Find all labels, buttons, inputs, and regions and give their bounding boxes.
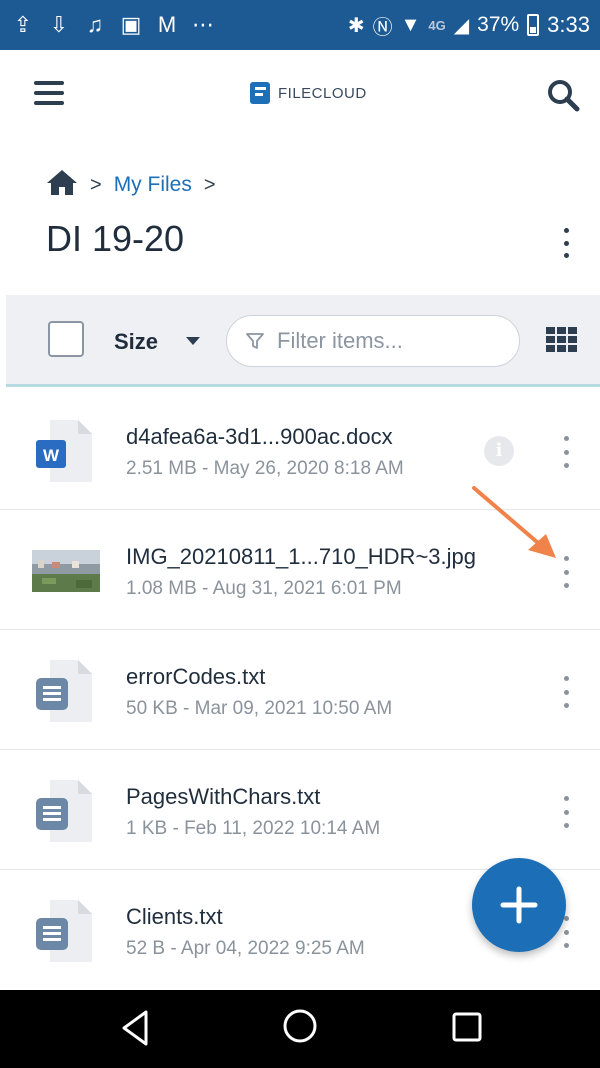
breadcrumb: > My Files > (46, 168, 216, 202)
text-file-icon (36, 900, 92, 962)
upload-icon: ⇪ (13, 12, 33, 37)
more-notifications-icon: ⋯ (192, 12, 214, 37)
filter-icon (246, 333, 264, 349)
text-file-icon (36, 780, 92, 842)
svg-text:W: W (43, 446, 60, 465)
text-file-icon (36, 660, 92, 722)
breadcrumb-my-files[interactable]: My Files (114, 173, 192, 197)
system-nav-bar (0, 990, 600, 1068)
signal-icon: ◢ (453, 14, 470, 37)
add-button[interactable] (472, 858, 566, 952)
file-name: d4afea6a-3d1...900ac.docx (126, 424, 393, 449)
nfc-icon: Ⓝ (372, 16, 393, 39)
home-circle-icon[interactable] (282, 1008, 318, 1044)
word-doc-icon: W (36, 420, 92, 482)
logo-text: FILECLOUD (278, 84, 367, 102)
more-options-icon[interactable] (556, 676, 576, 708)
file-meta: 50 KB - Mar 09, 2021 10:50 AM (126, 698, 393, 719)
filecloud-logo-icon (250, 82, 270, 104)
select-all-checkbox[interactable] (48, 321, 84, 357)
sort-label[interactable]: Size (114, 329, 158, 355)
status-bar: ⇪ ⇩ ♫ ▣ M ⋯ ✱ Ⓝ ▼ 4G ◢ 37% 3:33 (0, 0, 600, 50)
search-icon[interactable] (546, 78, 580, 112)
bluetooth-icon: ✱ (347, 14, 365, 37)
book-icon: ▣ (120, 12, 142, 37)
download-icon: ⇩ (49, 12, 69, 37)
file-meta: 1 KB - Feb 11, 2022 10:14 AM (126, 818, 381, 839)
file-row[interactable]: W d4afea6a-3d1...900ac.docx 2.51 MB - Ma… (0, 390, 600, 510)
app-header: FILECLOUD (0, 50, 600, 138)
file-name: Clients.txt (126, 904, 223, 929)
file-row[interactable]: errorCodes.txt 50 KB - Mar 09, 2021 10:5… (0, 630, 600, 750)
network-type: 4G (428, 17, 446, 33)
file-name: IMG_20210811_1...710_HDR~3.jpg (126, 544, 477, 569)
more-options-icon[interactable] (556, 436, 576, 468)
bell-icon: ♫ (86, 12, 104, 37)
notification-icons: ⇪ ⇩ ♫ ▣ M ⋯ (10, 12, 216, 38)
file-meta: 1.08 MB - Aug 31, 2021 6:01 PM (126, 578, 402, 599)
file-meta: 2.51 MB - May 26, 2020 8:18 AM (126, 458, 404, 479)
chevron-right-icon: > (90, 173, 102, 196)
back-icon[interactable] (118, 1008, 152, 1048)
sort-dropdown-icon[interactable] (186, 337, 200, 345)
file-name: PagesWithChars.txt (126, 784, 321, 809)
filter-input[interactable] (277, 328, 497, 354)
hamburger-menu-icon[interactable] (34, 81, 64, 105)
page-title: DI 19-20 (46, 218, 185, 259)
gmail-icon: M (157, 12, 177, 37)
list-toolbar: Size (6, 295, 600, 387)
folder-more-options-icon[interactable] (556, 226, 576, 260)
file-meta: 52 B - Apr 04, 2022 9:25 AM (126, 938, 365, 959)
file-name: errorCodes.txt (126, 664, 266, 689)
file-row[interactable]: IMG_20210811_1...710_HDR~3.jpg 1.08 MB -… (0, 510, 600, 630)
file-row[interactable]: PagesWithChars.txt 1 KB - Feb 11, 2022 1… (0, 750, 600, 870)
filecloud-logo: FILECLOUD (250, 82, 367, 104)
home-icon[interactable] (46, 168, 78, 202)
clock: 3:33 (547, 12, 590, 37)
battery-percent: 37% (477, 13, 520, 36)
plus-icon (500, 886, 538, 924)
battery-icon (527, 14, 540, 36)
more-options-icon[interactable] (556, 556, 576, 588)
info-icon[interactable]: i (484, 436, 514, 466)
wifi-icon: ▼ (400, 13, 421, 36)
image-thumbnail (32, 550, 100, 592)
filter-field[interactable] (226, 315, 520, 367)
system-icons: ✱ Ⓝ ▼ 4G ◢ 37% 3:33 (348, 11, 590, 40)
chevron-right-icon: > (203, 173, 216, 196)
grid-view-icon[interactable] (546, 327, 578, 353)
recent-apps-icon[interactable] (450, 1008, 484, 1042)
more-options-icon[interactable] (556, 796, 576, 828)
